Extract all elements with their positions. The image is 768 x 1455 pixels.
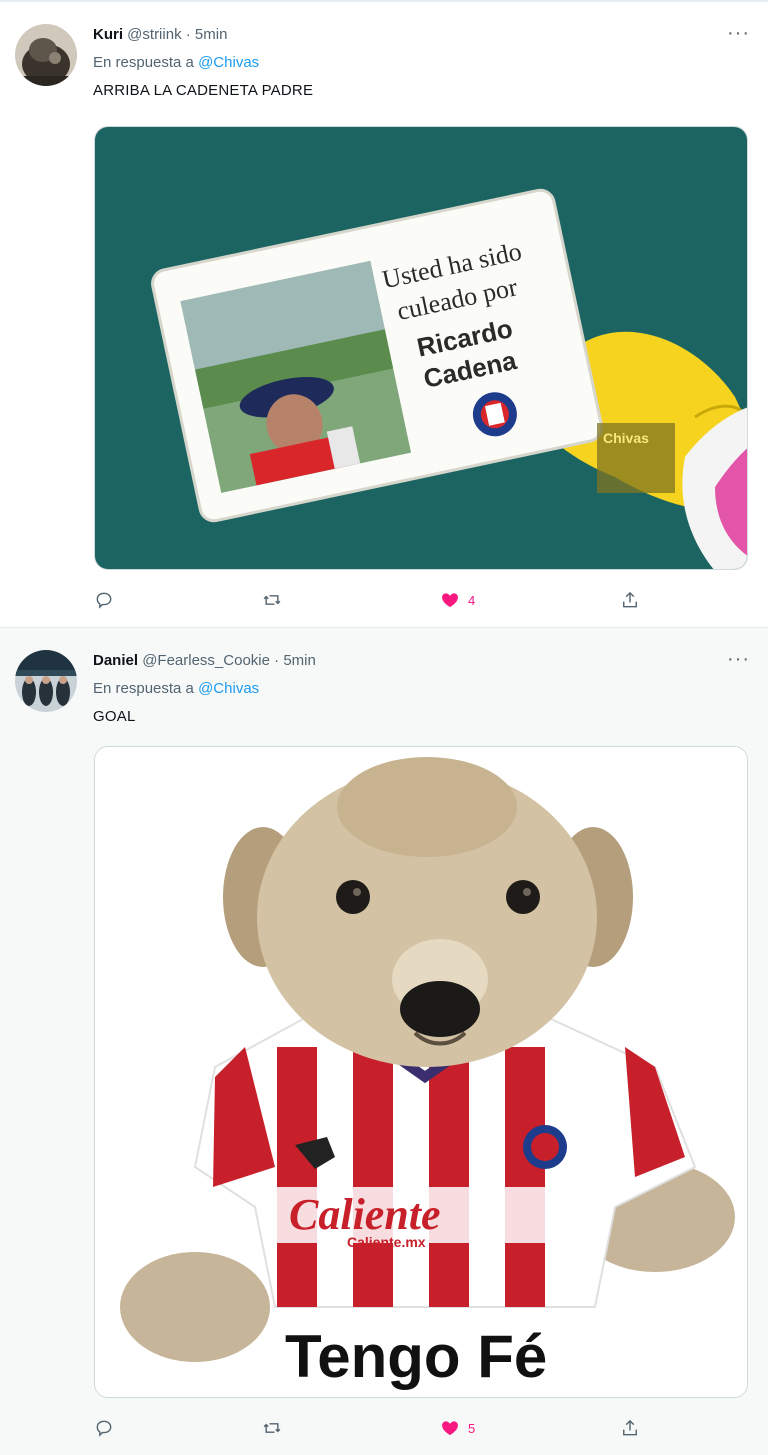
separator: · bbox=[274, 652, 284, 669]
timestamp[interactable]: 5min bbox=[283, 652, 316, 669]
tweet-actions: 4 bbox=[94, 588, 654, 612]
reply-prefix: En respuesta a bbox=[93, 54, 194, 71]
tweet-header: Kuri @striink · 5min bbox=[93, 26, 227, 43]
reply-icon bbox=[96, 1420, 112, 1437]
jersey-sponsor-url: Caliente.mx bbox=[347, 1234, 426, 1250]
display-name[interactable]: Kuri bbox=[93, 26, 123, 43]
tweet-header: Daniel @Fearless_Cookie · 5min bbox=[93, 652, 316, 669]
display-name[interactable]: Daniel bbox=[93, 652, 138, 669]
handle[interactable]: @Fearless_Cookie bbox=[142, 652, 270, 669]
meme-caption: Tengo Fé bbox=[285, 1323, 547, 1390]
tweet-image[interactable]: Usted ha sido culeado por Ricardo Cadena… bbox=[94, 126, 748, 570]
reply-icon bbox=[96, 592, 112, 609]
like-icon bbox=[442, 593, 458, 608]
retweet-button[interactable] bbox=[262, 1416, 282, 1440]
share-button[interactable] bbox=[620, 1416, 640, 1440]
separator: · bbox=[185, 26, 195, 43]
reply-mention-link[interactable]: @Chivas bbox=[198, 54, 259, 71]
retweet-icon bbox=[263, 595, 281, 605]
retweet-icon bbox=[263, 1423, 281, 1433]
avatar[interactable] bbox=[15, 650, 77, 712]
reply-context: En respuesta a @Chivas bbox=[93, 680, 259, 697]
tweet-actions: 5 bbox=[94, 1416, 654, 1440]
reply-context: En respuesta a @Chivas bbox=[93, 54, 259, 71]
handle[interactable]: @striink bbox=[127, 26, 181, 43]
image-watermark: Chivas bbox=[603, 430, 649, 446]
like-count: 5 bbox=[468, 1420, 476, 1436]
tweet-text: GOAL bbox=[93, 708, 136, 725]
reply-button[interactable] bbox=[94, 1416, 114, 1440]
reply-prefix: En respuesta a bbox=[93, 680, 194, 697]
tweet[interactable]: Kuri @striink · 5min ··· En respuesta a … bbox=[0, 0, 768, 627]
share-icon bbox=[623, 1419, 637, 1436]
jersey-sponsor: Caliente bbox=[289, 1190, 441, 1239]
like-icon bbox=[442, 1421, 458, 1436]
like-count: 4 bbox=[468, 592, 476, 608]
timestamp[interactable]: 5min bbox=[195, 26, 228, 43]
reply-mention-link[interactable]: @Chivas bbox=[198, 680, 259, 697]
reply-button[interactable] bbox=[94, 588, 114, 612]
avatar[interactable] bbox=[15, 24, 77, 86]
tweet-text: ARRIBA LA CADENETA PADRE bbox=[93, 82, 314, 99]
share-button[interactable] bbox=[620, 588, 640, 612]
retweet-button[interactable] bbox=[262, 588, 282, 612]
tweet[interactable]: Daniel @Fearless_Cookie · 5min ··· En re… bbox=[0, 627, 768, 1455]
share-icon bbox=[623, 591, 637, 608]
more-icon[interactable]: ··· bbox=[727, 22, 750, 45]
like-button[interactable]: 5 bbox=[440, 1416, 475, 1440]
more-icon[interactable]: ··· bbox=[727, 648, 750, 671]
like-button[interactable]: 4 bbox=[440, 588, 475, 612]
tweet-image[interactable]: Caliente Caliente.mx Tengo Fé bbox=[94, 746, 748, 1398]
